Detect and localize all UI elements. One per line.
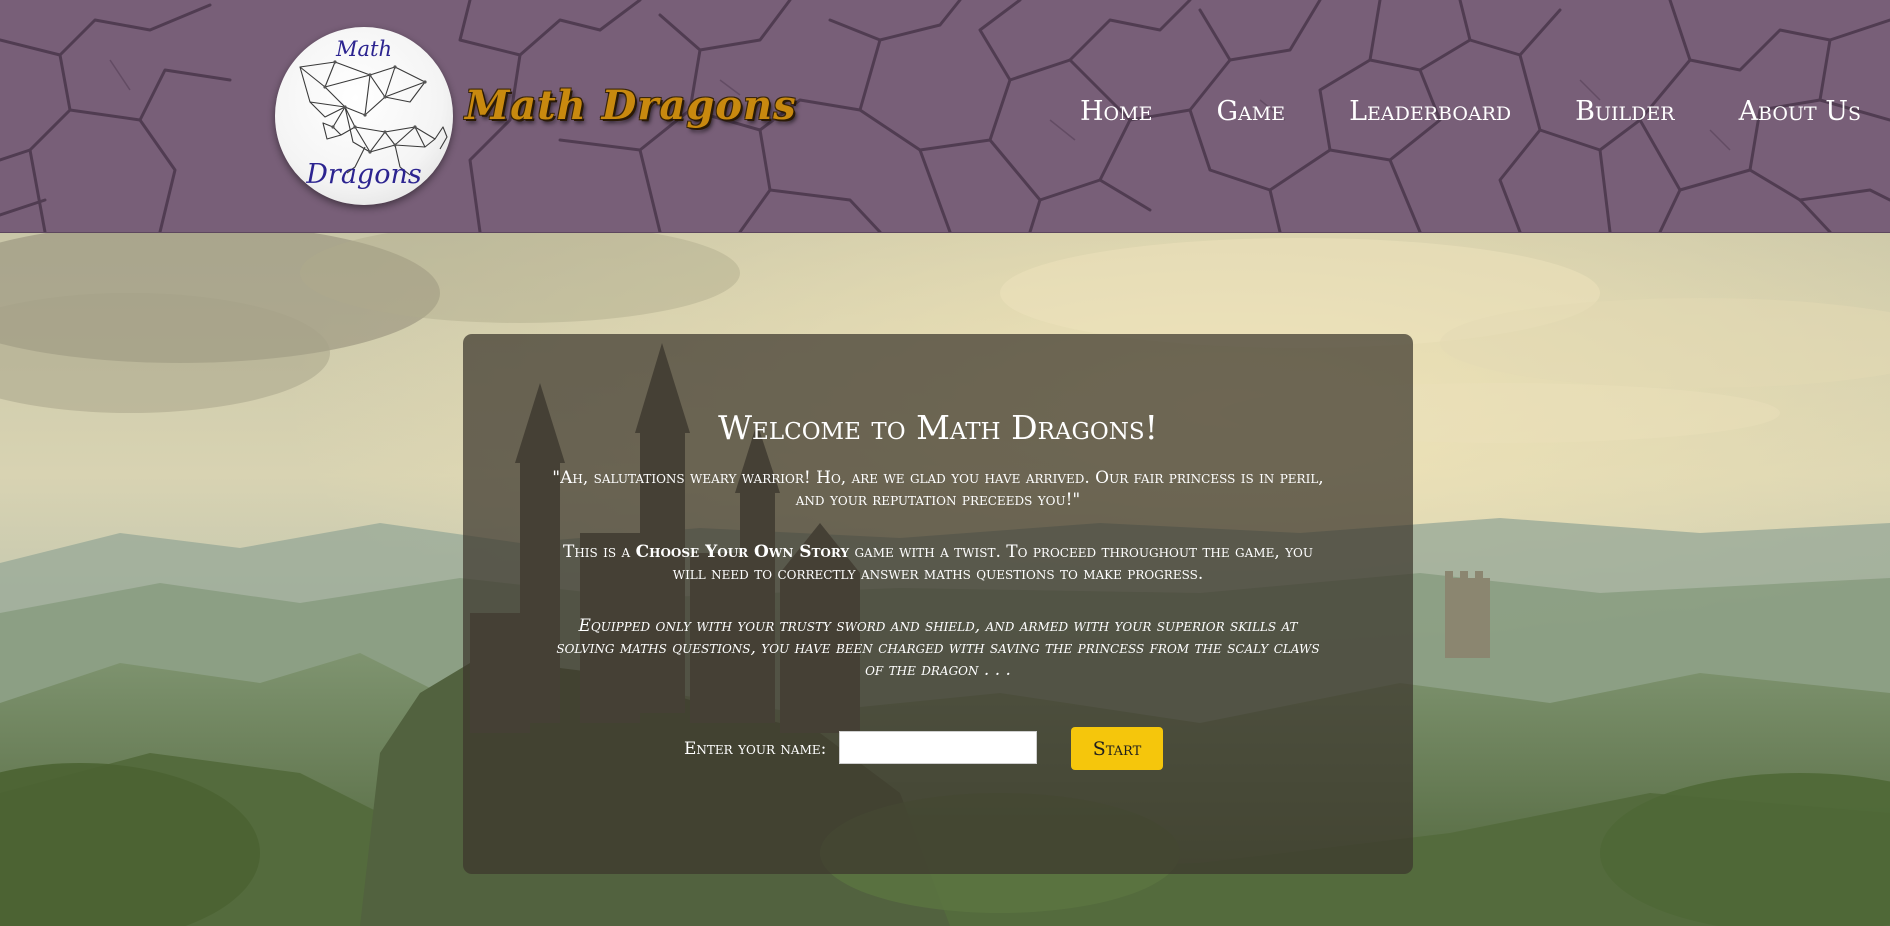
nav-link-builder[interactable]: Builder (1575, 96, 1674, 127)
start-button[interactable]: Start (1071, 727, 1163, 770)
choose-your-own-story-emphasis: Choose Your Own Story (635, 542, 850, 562)
logo-text-top: Math (336, 37, 392, 61)
nav-link-leaderboard[interactable]: Leaderboard (1349, 96, 1511, 127)
logo-badge[interactable]: Math Dragons (275, 27, 453, 205)
nav-link-about-us[interactable]: About Us (1739, 96, 1861, 127)
nav-link-home[interactable]: Home (1080, 96, 1152, 127)
welcome-heading: Welcome to Math Dragons! (718, 408, 1158, 447)
game-description: This is a Choose Your Own Story game wit… (548, 541, 1328, 585)
welcome-panel: Welcome to Math Dragons! "Ah, salutation… (463, 334, 1413, 874)
logo-text-bottom: Dragons (306, 159, 422, 190)
description-text-start: This is a (562, 542, 636, 562)
site-title[interactable]: Math Dragons (465, 82, 797, 129)
name-label: Enter your name: (684, 739, 827, 759)
player-name-input[interactable] (839, 731, 1037, 764)
start-form: Enter your name: Start (463, 727, 1413, 771)
story-premise: Equipped only with your trusty sword and… (556, 616, 1320, 680)
site-header: Math Dragons Math Dragons Home Game Lead… (0, 0, 1890, 233)
main-nav: Home Game Leaderboard Builder About Us (1080, 96, 1861, 127)
intro-quote: "Ah, salutations weary warrior! Ho, are … (552, 468, 1324, 510)
nav-link-game[interactable]: Game (1216, 96, 1285, 127)
